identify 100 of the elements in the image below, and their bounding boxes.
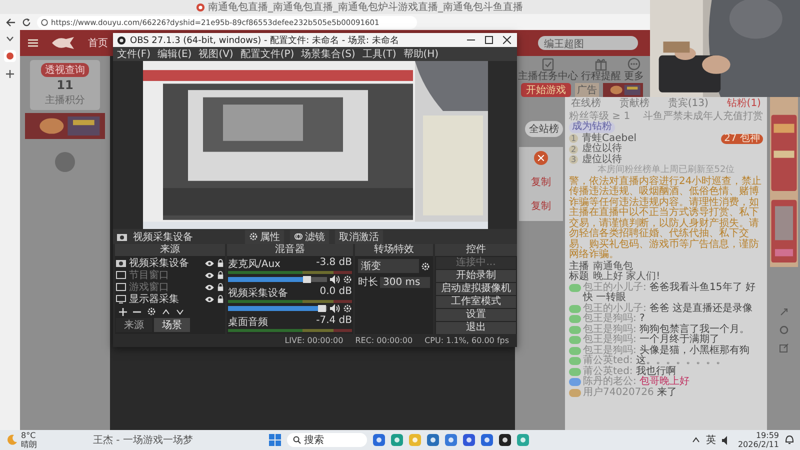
app-icon[interactable] [498,434,511,446]
filter-icon[interactable] [294,232,303,241]
nav-link[interactable]: 首页 [88,36,108,50]
eye-icon[interactable] [205,284,214,290]
chat-message: 包王是狗吗: 狗狗包禁言了我一个月。 [583,324,751,334]
chat-message: 包王的小儿子: 爸爸我看斗鱼15年了 好快 一转眼 [583,282,756,303]
start-game-banner[interactable]: 开始游戏 [521,82,571,96]
user-name: 虚位以待 [582,154,622,164]
info-value: 晚上好 家人们! [593,272,660,282]
dock-title: 控件 [435,244,517,256]
info-label: 主播 [569,262,589,272]
reload-icon[interactable] [22,18,31,26]
back-icon[interactable] [6,18,16,26]
toolbar-button[interactable]: 滤镜 [290,230,329,244]
search-field[interactable]: 搜索 [286,433,367,447]
close-button[interactable] [534,151,548,165]
source-item[interactable]: 视频采集设备 [129,256,202,270]
copy-button[interactable]: 复制 [531,175,551,189]
info-value: 南通龟包 [593,262,633,272]
copy-button[interactable]: 复制 [531,199,551,213]
menu-item[interactable]: 工具(T) [362,47,396,61]
volume-reading: 0.0 dB [320,286,352,299]
status-text: LIVE: 00:00:00 [284,336,344,345]
rank-button[interactable]: 全站榜 [525,121,563,137]
down-icon[interactable] [176,308,184,314]
lock-icon[interactable] [217,295,224,303]
announcement-text: 警，依法对直播内容进行24小时巡查，禁止传播违法违规、吸烟酗酒、低俗色情、赌博诈骗等任何违法违规内容。请理性消费，如主播在直播中以不正当方式诱导打赏、私下交易，请谨慎判断，以防人身财产损失。请勿轻信各类招聘征婚、代练代抽、私下交易、购买礼包码、游戏币等广告信息，谨防网络诈骗。 [569,176,763,260]
chat-message: 包王是狗吗: 一个月终于满期了 [583,335,720,345]
eye-icon[interactable] [205,272,214,278]
add-icon[interactable] [6,70,14,78]
chat-message: 包王的小儿子: 爸爸 这是直播还是录像 [583,304,754,314]
input-method[interactable]: 英 [706,433,716,447]
menu-icon[interactable] [28,39,38,47]
speaker-icon[interactable] [330,304,340,313]
camera-icon [116,259,126,267]
site-tab-icon[interactable] [4,50,16,62]
camera-icon [117,232,127,240]
duration-label: 时长 [358,276,378,289]
maximize-icon[interactable] [485,36,493,44]
control-button[interactable]: 退出 [436,322,516,334]
monitor-icon [116,294,126,304]
window-title: OBS 27.1.3 (64-bit, windows) - 配置文件: 未命名 - 场景: 未命名 [130,34,400,46]
chat-message: 陈丹的老公: 包哥晚上好 [583,377,691,387]
menu-item[interactable]: 文件(F) [117,47,151,61]
eye-icon[interactable] [205,296,214,302]
menu-item[interactable]: 配置文件(P) [240,47,294,61]
lock-icon[interactable] [217,283,224,291]
user-name: 虚位以待 [582,144,622,154]
channel-name: 视频采集设备 [228,286,288,300]
media-title[interactable]: 王杰 - 一场游戏一场梦 [93,433,193,447]
dock-title: 转场特效 [355,244,433,256]
toolbar-button[interactable]: 属性 [245,230,284,244]
control-button[interactable]: 工作室模式 [436,296,516,308]
control-button[interactable]: 开始录制 [436,270,516,282]
volume-slider[interactable] [228,306,327,311]
selected-source-name: 视频采集设备 [133,230,193,244]
volume-reading: -7.4 dB [316,315,352,328]
tab-icon [196,2,205,12]
dock-title: 来源 [115,244,225,256]
checklist-icon[interactable] [541,57,555,71]
chevron-icon[interactable] [6,36,14,42]
menu-item[interactable]: 视图(V) [198,47,234,61]
chat-message: 用户74020726 来了 [583,388,678,398]
lock-icon[interactable] [217,259,224,267]
eye-icon[interactable] [205,260,214,266]
status-text: REC: 00:00:00 [355,336,413,345]
duration-field[interactable]: 300 ms [380,276,430,288]
menu-item[interactable]: 编辑(E) [158,47,192,61]
toolbar-button[interactable]: 取消激活 [335,230,383,244]
control-button[interactable]: 启动虚拟摄像机 [436,283,516,295]
tag: 透视查询 [41,63,89,77]
close-icon[interactable] [503,36,511,44]
chat-message: 莆公英ted: 我也行啊 [583,366,676,376]
points-label: 主播积分 [45,94,85,107]
site-info-icon[interactable] [41,18,48,26]
start-icon[interactable] [268,434,281,446]
speaker-icon[interactable] [330,275,340,284]
channel-name: 桌面音频 [228,316,268,329]
source-item[interactable]: 显示器采集 [129,292,202,306]
chat-message: 包王是狗吗: 头像是猫，小黑框那有狗 [583,346,751,356]
control-button[interactable]: 设置 [436,309,516,321]
logo-icon[interactable] [50,36,76,50]
dock-tab[interactable]: 场景 [154,318,190,332]
lock-icon[interactable] [217,271,224,279]
menu-item[interactable]: 帮助(H) [403,47,439,61]
fan-badge: 27 包神 [721,134,763,144]
search-field[interactable]: 编王超图 [538,36,638,50]
status-text: CPU: 1.1%, 60.00 fps [424,336,509,345]
weather-text: 晴朗 [21,440,37,449]
dock-tab[interactable]: 来源 [116,318,152,332]
user-name: 青蛙Caebel [582,134,637,144]
points-value: 11 [56,78,74,92]
up-icon[interactable] [162,308,170,314]
volume-slider[interactable] [228,277,327,282]
transition-select[interactable]: 渐变 [358,259,419,273]
notification-icon[interactable] [785,435,794,445]
chevron-icon[interactable] [692,437,700,443]
avatar [55,152,75,172]
clock[interactable]: 19:59 2026/2/11 [738,431,779,449]
menu-item[interactable]: 场景集合(S) [301,47,356,61]
